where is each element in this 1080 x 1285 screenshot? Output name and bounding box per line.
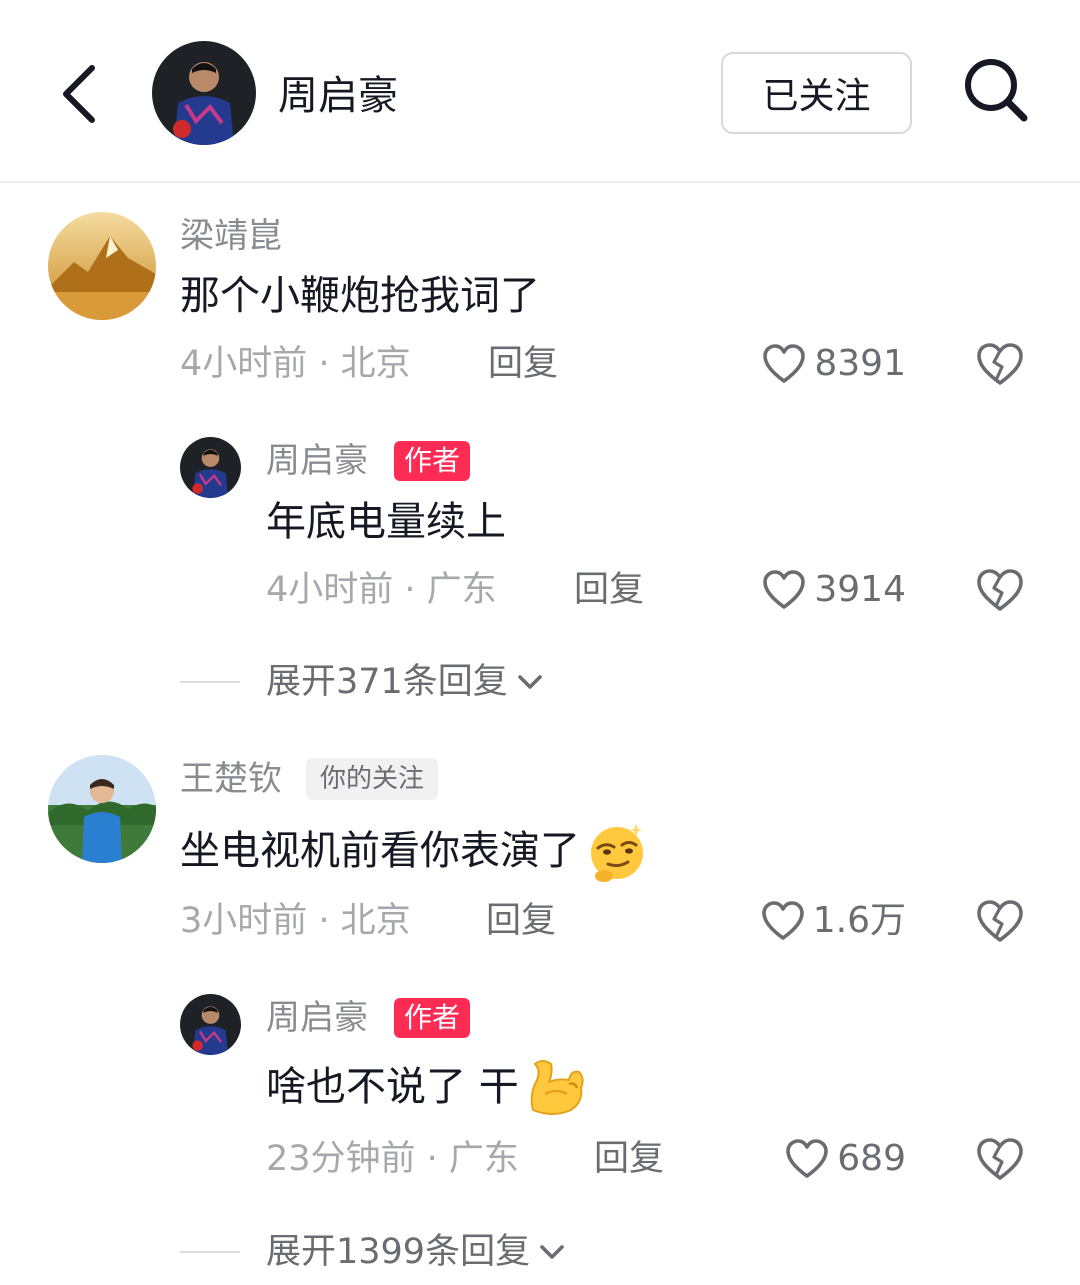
author-badge: 作者 bbox=[394, 998, 471, 1038]
expand-replies-button[interactable]: 展开1399条回复 bbox=[180, 1228, 570, 1276]
reply-button[interactable]: 回复 bbox=[488, 340, 558, 388]
comment-time-location: 3小时前 · 北京 bbox=[180, 901, 411, 941]
chevron-down-icon bbox=[540, 1245, 564, 1259]
reply-button[interactable]: 回复 bbox=[594, 1135, 664, 1183]
dislike-button[interactable] bbox=[974, 338, 1026, 390]
comment-text-body: 坐电视机前看你表演了 bbox=[180, 828, 580, 874]
author-name: 周启豪 bbox=[278, 73, 398, 119]
chevron-left-icon bbox=[63, 65, 95, 123]
dislike-button[interactable] bbox=[974, 1133, 1026, 1185]
reply-button[interactable]: 回复 bbox=[574, 566, 644, 614]
smirk-emoji bbox=[591, 824, 643, 882]
like-count: 1.6万 bbox=[812, 900, 906, 941]
heart-icon bbox=[763, 570, 806, 609]
comment-username[interactable]: 王楚钦 bbox=[180, 755, 282, 803]
reply-text: 年底电量续上 bbox=[266, 499, 506, 545]
like-button[interactable]: 1.6万 bbox=[740, 895, 906, 947]
back-button[interactable] bbox=[52, 58, 112, 128]
author-avatar[interactable] bbox=[152, 41, 256, 145]
reply-text-body: 啥也不说了 干 bbox=[266, 1064, 519, 1110]
reply-username[interactable]: 周启豪 bbox=[266, 437, 368, 485]
broken-heart-icon bbox=[977, 343, 1023, 385]
broken-heart-icon bbox=[977, 1138, 1023, 1180]
expand-replies-label: 展开1399条回复 bbox=[266, 1232, 531, 1272]
broken-heart-icon bbox=[977, 900, 1023, 942]
broken-heart-icon bbox=[977, 569, 1023, 611]
dislike-button[interactable] bbox=[974, 895, 1026, 947]
like-count: 3914 bbox=[814, 569, 906, 610]
search-button[interactable] bbox=[960, 54, 1032, 126]
reply-button[interactable]: 回复 bbox=[486, 897, 556, 945]
heart-icon bbox=[763, 344, 806, 383]
top-bar: 周启豪 已关注 bbox=[0, 0, 1080, 183]
reply-avatar[interactable] bbox=[180, 437, 241, 498]
comment-text: 坐电视机前看你表演了 bbox=[180, 818, 650, 884]
heart-icon bbox=[786, 1139, 829, 1178]
heart-icon bbox=[761, 901, 804, 940]
commenter-avatar[interactable] bbox=[48, 212, 156, 320]
expand-replies-label: 展开371条回复 bbox=[266, 662, 508, 702]
expand-replies-button[interactable]: 展开371条回复 bbox=[180, 658, 548, 706]
like-count: 689 bbox=[837, 1138, 906, 1179]
like-button[interactable]: 3914 bbox=[740, 564, 906, 616]
divider-line bbox=[180, 1251, 240, 1253]
reply-avatar[interactable] bbox=[180, 994, 241, 1055]
like-count: 8391 bbox=[814, 343, 906, 384]
dislike-button[interactable] bbox=[974, 564, 1026, 616]
reply-username[interactable]: 周启豪 bbox=[266, 994, 368, 1042]
flexed-biceps-emoji bbox=[530, 1060, 584, 1115]
like-button[interactable]: 689 bbox=[740, 1133, 906, 1185]
following-badge: 你的关注 bbox=[306, 758, 439, 800]
reply-time-location: 23分钟前 · 广东 bbox=[266, 1139, 519, 1179]
author-badge: 作者 bbox=[394, 441, 471, 481]
reply-text: 啥也不说了 干 bbox=[266, 1054, 589, 1120]
comment-text: 那个小鞭炮抢我词了 bbox=[180, 273, 540, 319]
divider-line bbox=[180, 681, 240, 683]
comment-time-location: 4小时前 · 北京 bbox=[180, 344, 411, 384]
chevron-down-icon bbox=[518, 675, 542, 689]
search-icon bbox=[965, 59, 1028, 122]
comment-username[interactable]: 梁靖崑 bbox=[180, 212, 282, 260]
like-button[interactable]: 8391 bbox=[740, 338, 906, 390]
following-button[interactable]: 已关注 bbox=[721, 52, 912, 134]
reply-time-location: 4小时前 · 广东 bbox=[266, 570, 497, 610]
commenter-avatar[interactable] bbox=[48, 755, 156, 863]
